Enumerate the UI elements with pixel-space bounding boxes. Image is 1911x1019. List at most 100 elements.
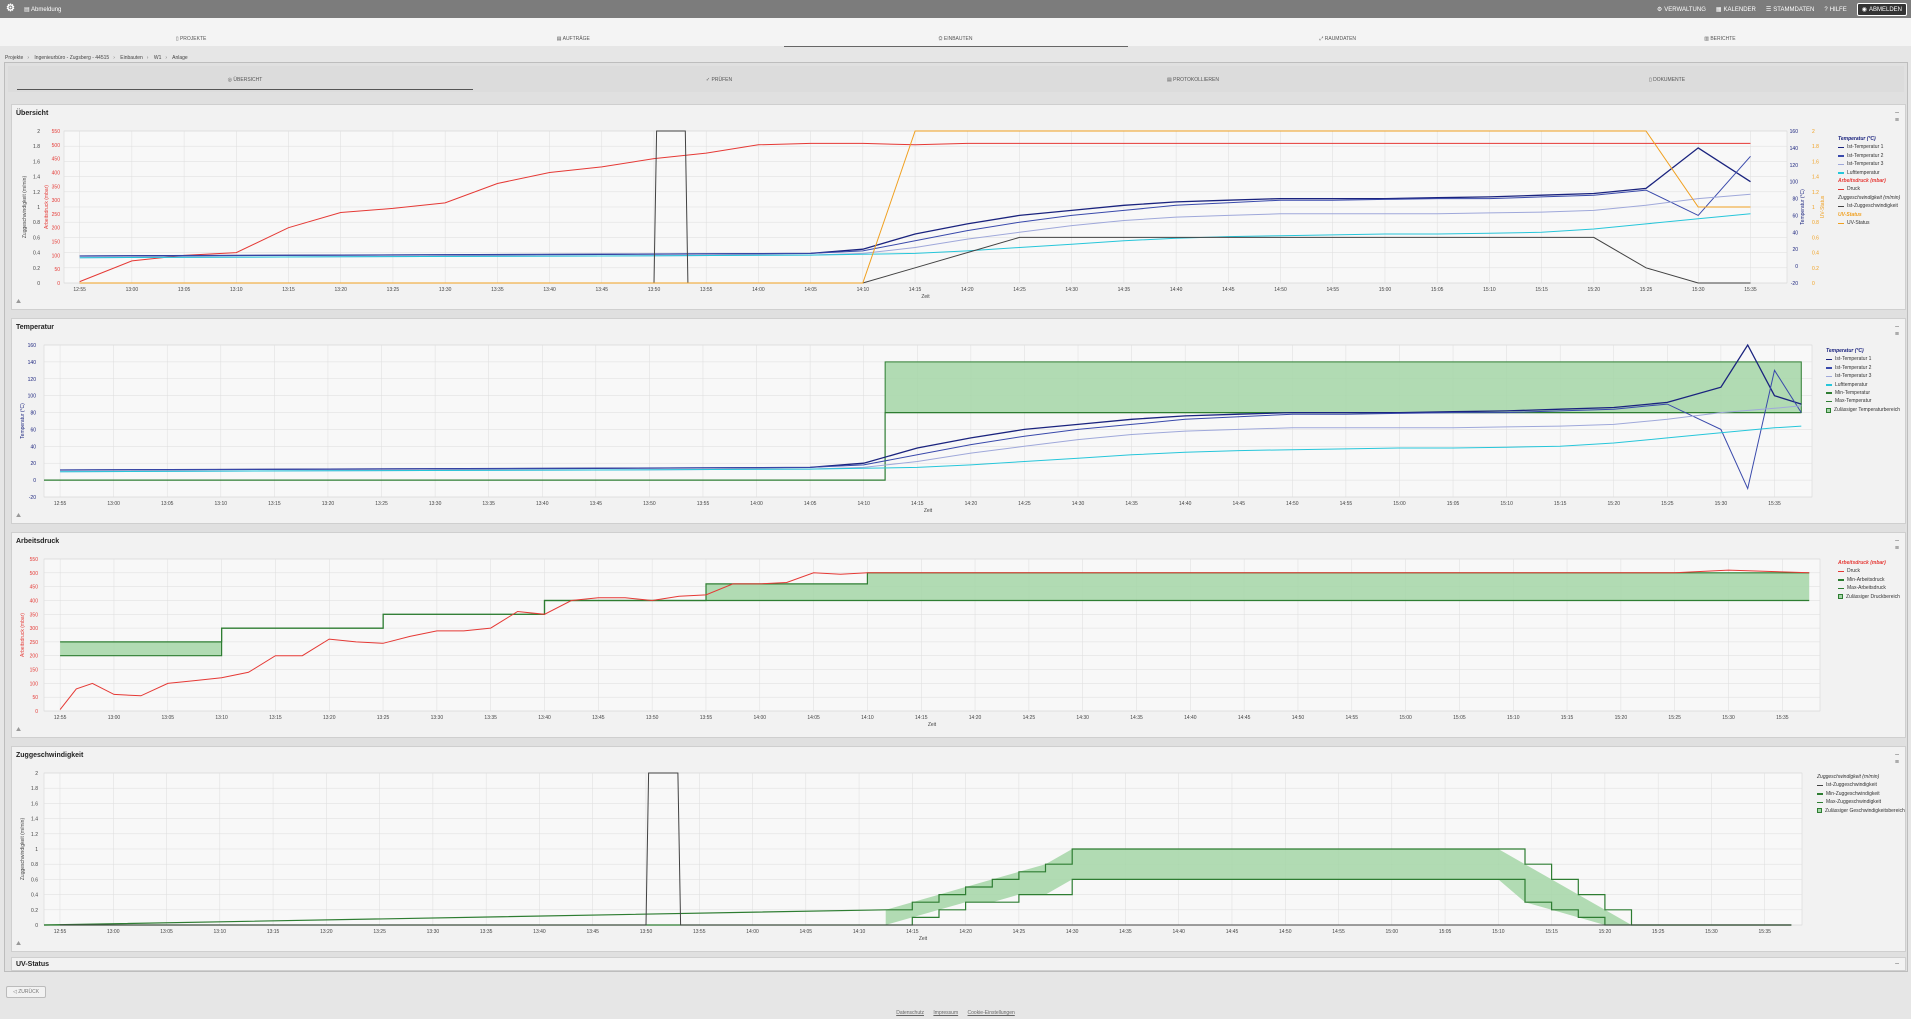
legend-item[interactable]: Min-Zuggeschwindigkeit [1817, 790, 1905, 798]
y-tick-label: 1.4 [33, 175, 40, 181]
x-tick-label: 14:25 [1013, 929, 1026, 935]
x-tick-label: 14:00 [752, 287, 765, 293]
overview-panel: Übersicht – ≡ 12:55 13:00 13:05 13:10 13:15 1… [11, 104, 1906, 310]
x-tick-label: 14:30 [1066, 929, 1079, 935]
x-tick-label: 13:30 [439, 287, 452, 293]
y-tick-label: 0 [35, 709, 38, 715]
breadcrumb-item[interactable]: Projekte [5, 55, 23, 61]
legend-item[interactable]: Ist-Temperatur 2 [1838, 152, 1900, 160]
footer-link[interactable]: Cookie-Einstellungen [968, 1010, 1015, 1016]
legend-item[interactable]: Druck [1838, 567, 1900, 575]
x-tick-label: 13:30 [429, 501, 442, 507]
legend-item[interactable]: Min-Arbeitsdruck [1838, 576, 1900, 584]
legend-item[interactable]: Druck [1838, 185, 1900, 193]
legend-item[interactable]: UV-Status [1838, 219, 1900, 227]
x-tick-label: 15:35 [1744, 287, 1757, 293]
legend-item[interactable]: Zulässiger Druckbereich [1838, 593, 1900, 601]
zoom-reset-icon[interactable]: ⛰ [16, 513, 21, 520]
x-tick-label: 14:05 [807, 715, 820, 721]
x-tick-label: 15:05 [1453, 715, 1466, 721]
logout-button[interactable]: ◉ ABMELDEN [1856, 3, 1907, 16]
y-tick-label: 1.6 [33, 159, 40, 165]
x-tick-label: 13:20 [323, 715, 336, 721]
pressure-legend: Arbeitsdruck (mbar) Druck Min-Arbeitsdru… [1838, 559, 1900, 601]
back-button[interactable]: ◁ ZURÜCK [6, 986, 47, 998]
y-tick-label: 150 [52, 240, 61, 246]
y-tick-label: 0 [57, 281, 60, 287]
x-tick-label: 14:15 [909, 287, 922, 293]
legend-item[interactable]: Lufttemperatur [1826, 381, 1900, 389]
x-tick-label: 12:55 [54, 929, 67, 935]
nav-berichte[interactable]: ▥ BERICHTE [1529, 18, 1911, 46]
breadcrumb-item[interactable]: Ingenieurbüro - Zugsberg - 44515 [34, 55, 109, 61]
x-tick-label: 13:35 [482, 501, 495, 507]
breadcrumb-item[interactable]: Einbauten [120, 55, 143, 61]
expand-icon[interactable]: – [1895, 960, 1899, 967]
nav-projekte[interactable]: ▯ PROJEKTE [0, 18, 382, 46]
x-tick-label: 13:20 [334, 287, 347, 293]
legend-item[interactable]: Ist-Zuggeschwindigkeit [1817, 781, 1905, 789]
x-tick-label: 13:35 [491, 287, 504, 293]
legend-item[interactable]: Ist-Temperatur 2 [1826, 364, 1900, 372]
footer-link[interactable]: Datenschutz [896, 1010, 924, 1016]
tab-pruefen[interactable]: ✓ PRÜFEN [482, 66, 956, 92]
nav-raumdaten[interactable]: ⤢ RAUMDATEN [1147, 18, 1529, 46]
x-tick-label: 13:05 [161, 501, 174, 507]
legend-item[interactable]: Max-Temperatur [1826, 397, 1900, 405]
x-tick-label: 15:05 [1431, 287, 1444, 293]
uv-panel[interactable]: UV-Status – [11, 957, 1906, 971]
footer-link[interactable]: Impressum [933, 1010, 958, 1016]
y-tick-label: 1 [35, 847, 38, 853]
legend-item[interactable]: Ist-Zuggeschwindigkeit [1838, 202, 1900, 210]
temperature-legend: Temperatur (°C) Ist-Temperatur 1 Ist-Tem… [1826, 347, 1900, 414]
x-tick-label: 14:25 [1013, 287, 1026, 293]
zoom-reset-icon[interactable]: ⛰ [16, 941, 21, 948]
account-link[interactable]: ▤ Abmeldung [24, 6, 61, 13]
legend-group-title: UV-Status [1838, 211, 1862, 218]
legend-item[interactable]: Zulässiger Geschwindigkeitsbereich [1817, 807, 1905, 815]
top-menu-verwaltung[interactable]: ⚙ VERWALTUNG [1657, 6, 1706, 14]
legend-item[interactable]: Zulässiger Temperaturbereich [1826, 406, 1900, 414]
x-tick-label: 15:25 [1668, 715, 1681, 721]
y-tick-label: 1.8 [31, 786, 38, 792]
tab-protokollieren[interactable]: ▤ PROTOKOLLIEREN [956, 66, 1430, 92]
legend-item[interactable]: Ist-Temperatur 3 [1826, 372, 1900, 380]
x-tick-label: 13:25 [377, 715, 390, 721]
x-tick-label: 14:10 [857, 287, 870, 293]
legend-item[interactable]: Ist-Temperatur 1 [1826, 355, 1900, 363]
breadcrumb-item: Anlage [172, 55, 188, 61]
nav-einbauten[interactable]: ⛭ EINBAUTEN [764, 18, 1146, 47]
breadcrumb-item[interactable]: W1 [154, 55, 162, 61]
y-tick-label: 40 [1792, 230, 1798, 236]
top-menu-hilfe[interactable]: ? HILFE [1824, 7, 1846, 13]
x-tick-label: 15:15 [1535, 287, 1548, 293]
legend-item[interactable]: Lufttemperatur [1838, 169, 1900, 177]
y-tick-label: 140 [1790, 146, 1799, 152]
sub-nav: ◎ ÜBERSICHT ✓ PRÜFEN ▤ PROTOKOLLIEREN ▯ … [8, 66, 1904, 92]
legend-item[interactable]: Ist-Temperatur 1 [1838, 143, 1900, 151]
x-tick-label: 14:25 [1023, 715, 1036, 721]
zoom-reset-icon[interactable]: ⛰ [16, 299, 21, 306]
y-tick-label: 0 [1812, 281, 1815, 287]
app-logo-icon[interactable]: ⚙ [6, 3, 15, 15]
y-tick-label: 2 [35, 771, 38, 777]
x-tick-label: 13:20 [322, 501, 335, 507]
y-axis-label: Arbeitsdruck (mbar) [20, 613, 26, 657]
x-tick-label: 13:45 [590, 501, 603, 507]
y-tick-label: 80 [30, 411, 36, 417]
zoom-reset-icon[interactable]: ⛰ [16, 727, 21, 734]
x-tick-label: 15:20 [1588, 287, 1601, 293]
legend-item[interactable]: Ist-Temperatur 3 [1838, 160, 1900, 168]
top-menu-kalender[interactable]: ▦ KALENDER [1716, 6, 1756, 14]
x-tick-label: 15:10 [1483, 287, 1496, 293]
tab-uebersicht[interactable]: ◎ ÜBERSICHT [8, 66, 482, 92]
legend-item[interactable]: Min-Temperatur [1826, 389, 1900, 397]
tab-dokumente[interactable]: ▯ DOKUMENTE [1430, 66, 1904, 92]
nav-auftraege[interactable]: ▤ AUFTRÄGE [382, 18, 764, 46]
y-tick-label: 1.6 [31, 801, 38, 807]
top-menu-stammdaten[interactable]: ☰ STAMMDATEN [1766, 6, 1815, 14]
x-tick-label: 13:50 [640, 929, 653, 935]
x-tick-label: 13:00 [107, 501, 120, 507]
legend-item[interactable]: Max-Arbeitsdruck [1838, 584, 1900, 592]
legend-item[interactable]: Max-Zuggeschwindigkeit [1817, 798, 1905, 806]
